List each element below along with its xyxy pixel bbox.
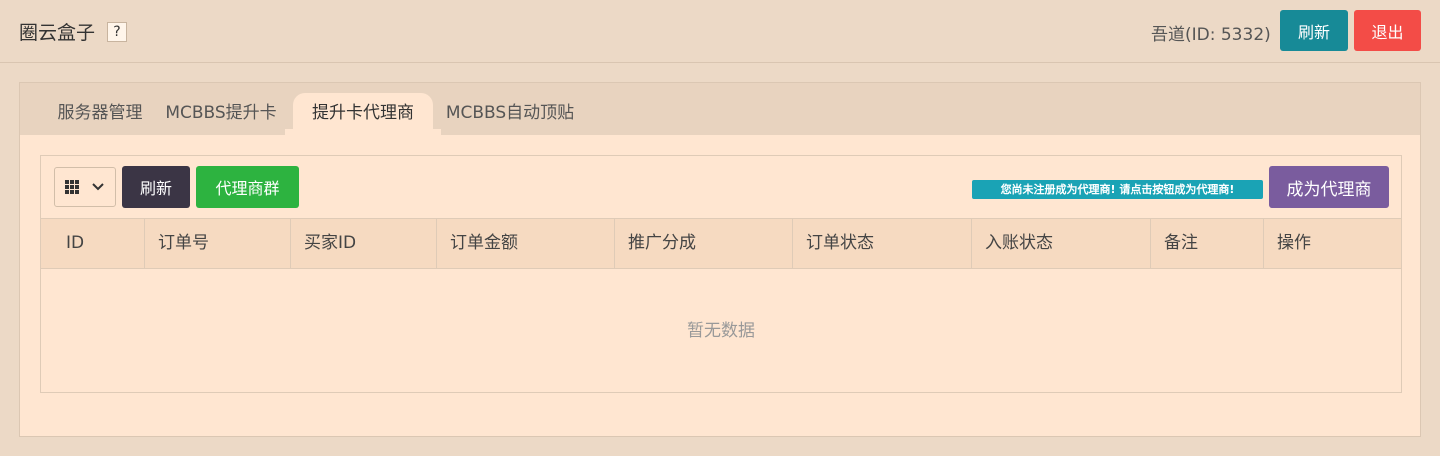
column-header[interactable]: 推广分成 bbox=[614, 219, 792, 268]
grid-icon bbox=[65, 180, 79, 194]
agent-orders-card: 刷新 代理商群 您尚未注册成为代理商! 请点击按钮成为代理商! 成为代理商 ID… bbox=[40, 155, 1402, 393]
refresh-button[interactable]: 刷新 bbox=[1280, 10, 1348, 51]
column-header[interactable]: 订单号 bbox=[144, 219, 290, 268]
top-bar: 圈云盒子 ? 吾道(ID: 5332) 刷新 退出 bbox=[0, 0, 1440, 63]
user-info: 吾道(ID: 5332) bbox=[1151, 25, 1271, 45]
table-refresh-button[interactable]: 刷新 bbox=[122, 166, 190, 208]
table-header: ID 订单号 买家ID 订单金额 推广分成 订单状态 入账状态 备注 操作 bbox=[41, 218, 1401, 269]
column-header[interactable]: 订单金额 bbox=[436, 219, 614, 268]
tab-mcbbs-auto-bump[interactable]: MCBBS自动顶贴 bbox=[440, 93, 580, 129]
column-header[interactable]: 买家ID bbox=[290, 219, 436, 268]
not-registered-notice: 您尚未注册成为代理商! 请点击按钮成为代理商! bbox=[972, 180, 1263, 199]
tab-server-management[interactable]: 服务器管理 bbox=[44, 93, 156, 129]
empty-state: 暂无数据 bbox=[687, 321, 755, 341]
column-header[interactable]: 订单状态 bbox=[792, 219, 971, 268]
become-agent-button[interactable]: 成为代理商 bbox=[1269, 166, 1389, 208]
tab-boost-card-agent[interactable]: 提升卡代理商 bbox=[285, 93, 441, 135]
chevron-down-icon bbox=[92, 183, 104, 191]
column-header[interactable]: ID bbox=[41, 219, 144, 268]
column-header[interactable]: 入账状态 bbox=[971, 219, 1150, 268]
tab-mcbbs-boost-card[interactable]: MCBBS提升卡 bbox=[162, 93, 280, 129]
column-header[interactable]: 备注 bbox=[1150, 219, 1263, 268]
logout-button[interactable]: 退出 bbox=[1354, 10, 1421, 51]
columns-toggle[interactable] bbox=[54, 167, 116, 207]
app-title-text: 圈云盒子 bbox=[19, 22, 96, 44]
tab-bar: 服务器管理 MCBBS提升卡 提升卡代理商 MCBBS自动顶贴 bbox=[20, 83, 1420, 135]
agent-group-button[interactable]: 代理商群 bbox=[196, 166, 299, 208]
help-icon[interactable]: ? bbox=[107, 21, 128, 42]
app-title: 圈云盒子 ? bbox=[19, 18, 128, 45]
main-panel: 服务器管理 MCBBS提升卡 提升卡代理商 MCBBS自动顶贴 刷新 代理商群 … bbox=[19, 82, 1421, 437]
column-header[interactable]: 操作 bbox=[1263, 219, 1401, 268]
